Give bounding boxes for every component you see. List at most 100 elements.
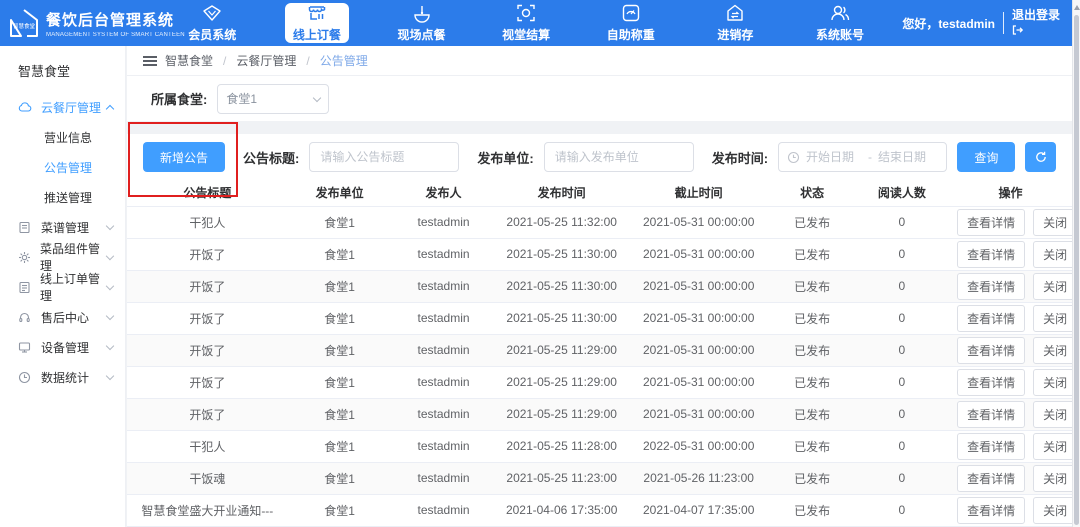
table-row: 干犯人食堂1testadmin2021-05-25 11:28:002022-0… [127,430,1072,462]
read-count-cell: 0 [855,334,950,366]
logout-icon [1012,25,1023,35]
close-button[interactable]: 关闭 [1033,273,1072,300]
announcement-title-cell: 智慧食堂盛大开业通知--- [127,494,288,526]
end-time-cell: 2021-05-31 00:00:00 [628,366,770,398]
sidebar-item-push-mgmt[interactable]: 推送管理 [0,182,125,212]
publisher-cell: testadmin [392,430,496,462]
table-row: 开饭了食堂1testadmin2021-05-25 11:30:002021-0… [127,270,1072,302]
refresh-button[interactable] [1025,142,1056,172]
end-time-cell: 2021-05-31 00:00:00 [628,270,770,302]
sidebar-item-cloud-restaurant[interactable]: 云餐厅管理 [0,92,125,122]
status-cell: 已发布 [770,462,855,494]
scroll-up-arrow[interactable] [1074,5,1080,10]
close-button[interactable]: 关闭 [1033,369,1072,396]
publish-unit-cell: 食堂1 [288,494,392,526]
read-count-cell: 0 [855,206,950,238]
view-details-button[interactable]: 查看详情 [957,241,1025,268]
end-date-input[interactable] [878,150,934,164]
nav-vision-checkout[interactable]: 视堂结算 [494,0,558,46]
table-body: 干犯人食堂1testadmin2021-05-25 11:32:002021-0… [127,206,1072,526]
read-count-cell: 0 [855,462,950,494]
date-range-picker[interactable]: - [778,142,947,172]
actions-cell: 查看详情关闭 [949,206,1072,238]
canteen-select[interactable]: 食堂1 [217,84,329,114]
chevron-up-icon [106,104,114,112]
publish-time-cell: 2021-05-25 11:30:00 [496,302,628,334]
scrollbar-thumb[interactable] [1074,15,1079,525]
publisher-cell: testadmin [392,462,496,494]
column-header: 发布单位 [288,180,392,206]
publish-time-cell: 2021-05-25 11:23:00 [496,462,628,494]
breadcrumb-item[interactable]: 智慧食堂 [165,52,213,69]
nav-onsite-ordering[interactable]: 现场点餐 [390,0,454,46]
read-count-cell: 0 [855,494,950,526]
close-button[interactable]: 关闭 [1033,337,1072,364]
nav-self-weighing[interactable]: 自助称重 [599,0,663,46]
main-content: 智慧食堂 / 云餐厅管理 / 公告管理 所属食堂: 食堂1 新增公告 公告标题:… [127,46,1072,527]
publish-time-cell: 2021-05-25 11:28:00 [496,430,628,462]
vertical-scrollbar[interactable] [1072,0,1080,527]
close-button[interactable]: 关闭 [1033,465,1072,492]
view-details-button[interactable]: 查看详情 [957,433,1025,460]
unit-filter-input[interactable] [544,142,694,172]
add-announcement-button[interactable]: 新增公告 [143,142,225,172]
chevron-down-icon [106,311,114,319]
view-details-button[interactable]: 查看详情 [957,337,1025,364]
logout-button[interactable]: 退出登录 [1012,8,1062,38]
actions-cell: 查看详情关闭 [949,494,1072,526]
close-button[interactable]: 关闭 [1033,305,1072,332]
filter-toolbar: 新增公告 公告标题: 发布单位: 发布时间: - 查询 [127,134,1072,180]
clock-icon [787,151,800,164]
sidebar-item-recipe-mgmt[interactable]: 菜谱管理 [0,212,125,242]
top-bar: 智慧食堂 餐饮后台管理系统 MANAGEMENT SYSTEM OF SMART… [0,0,1072,46]
publish-unit-cell: 食堂1 [288,430,392,462]
view-details-button[interactable]: 查看详情 [957,209,1025,236]
close-button[interactable]: 关闭 [1033,241,1072,268]
view-details-button[interactable]: 查看详情 [957,465,1025,492]
view-details-button[interactable]: 查看详情 [957,369,1025,396]
nav-online-ordering[interactable]: 线上订餐 [285,3,349,43]
breadcrumb-item[interactable]: 云餐厅管理 [236,52,296,69]
search-button[interactable]: 查询 [957,142,1015,172]
start-date-input[interactable] [806,150,862,164]
status-cell: 已发布 [770,270,855,302]
end-time-cell: 2021-04-07 17:35:00 [628,494,770,526]
nav-system-accounts[interactable]: 系统账号 [808,0,872,46]
sidebar-item-online-order-mgmt[interactable]: 线上订单管理 [0,272,125,302]
end-time-cell: 2021-05-31 00:00:00 [628,206,770,238]
nav-inventory[interactable]: 进销存 [703,0,767,46]
sidebar-item-business-info[interactable]: 营业信息 [0,122,125,152]
unit-filter-label: 发布单位: [477,148,533,167]
status-cell: 已发布 [770,430,855,462]
publish-unit-cell: 食堂1 [288,398,392,430]
status-cell: 已发布 [770,494,855,526]
actions-cell: 查看详情关闭 [949,270,1072,302]
status-cell: 已发布 [770,238,855,270]
sidebar-item-dish-components[interactable]: 菜品组件管理 [0,242,125,272]
actions-cell: 查看详情关闭 [949,302,1072,334]
read-count-cell: 0 [855,430,950,462]
device-icon [18,341,33,354]
close-button[interactable]: 关闭 [1033,209,1072,236]
components-gear-icon [18,251,32,264]
read-count-cell: 0 [855,270,950,302]
sidebar-item-data-statistics[interactable]: 数据统计 [0,362,125,392]
end-time-cell: 2021-05-31 00:00:00 [628,302,770,334]
close-button[interactable]: 关闭 [1033,401,1072,428]
chevron-down-icon [106,371,114,379]
close-button[interactable]: 关闭 [1033,497,1072,524]
announcement-table: 公告标题 发布单位 发布人 发布时间 截止时间 状态 阅读人数 操作 干犯人食堂… [127,180,1072,527]
sidebar-item-announcement-mgmt[interactable]: 公告管理 [0,152,125,182]
title-filter-input[interactable] [309,142,459,172]
view-details-button[interactable]: 查看详情 [957,273,1025,300]
nav-member-system[interactable]: 会员系统 [180,0,244,46]
view-details-button[interactable]: 查看详情 [957,305,1025,332]
collapse-menu-icon[interactable] [143,56,157,66]
time-filter-label: 发布时间: [712,148,768,167]
close-button[interactable]: 关闭 [1033,433,1072,460]
sidebar-item-device-mgmt[interactable]: 设备管理 [0,332,125,362]
view-details-button[interactable]: 查看详情 [957,401,1025,428]
view-details-button[interactable]: 查看详情 [957,497,1025,524]
end-time-cell: 2021-05-31 00:00:00 [628,398,770,430]
sidebar-item-after-sales[interactable]: 售后中心 [0,302,125,332]
